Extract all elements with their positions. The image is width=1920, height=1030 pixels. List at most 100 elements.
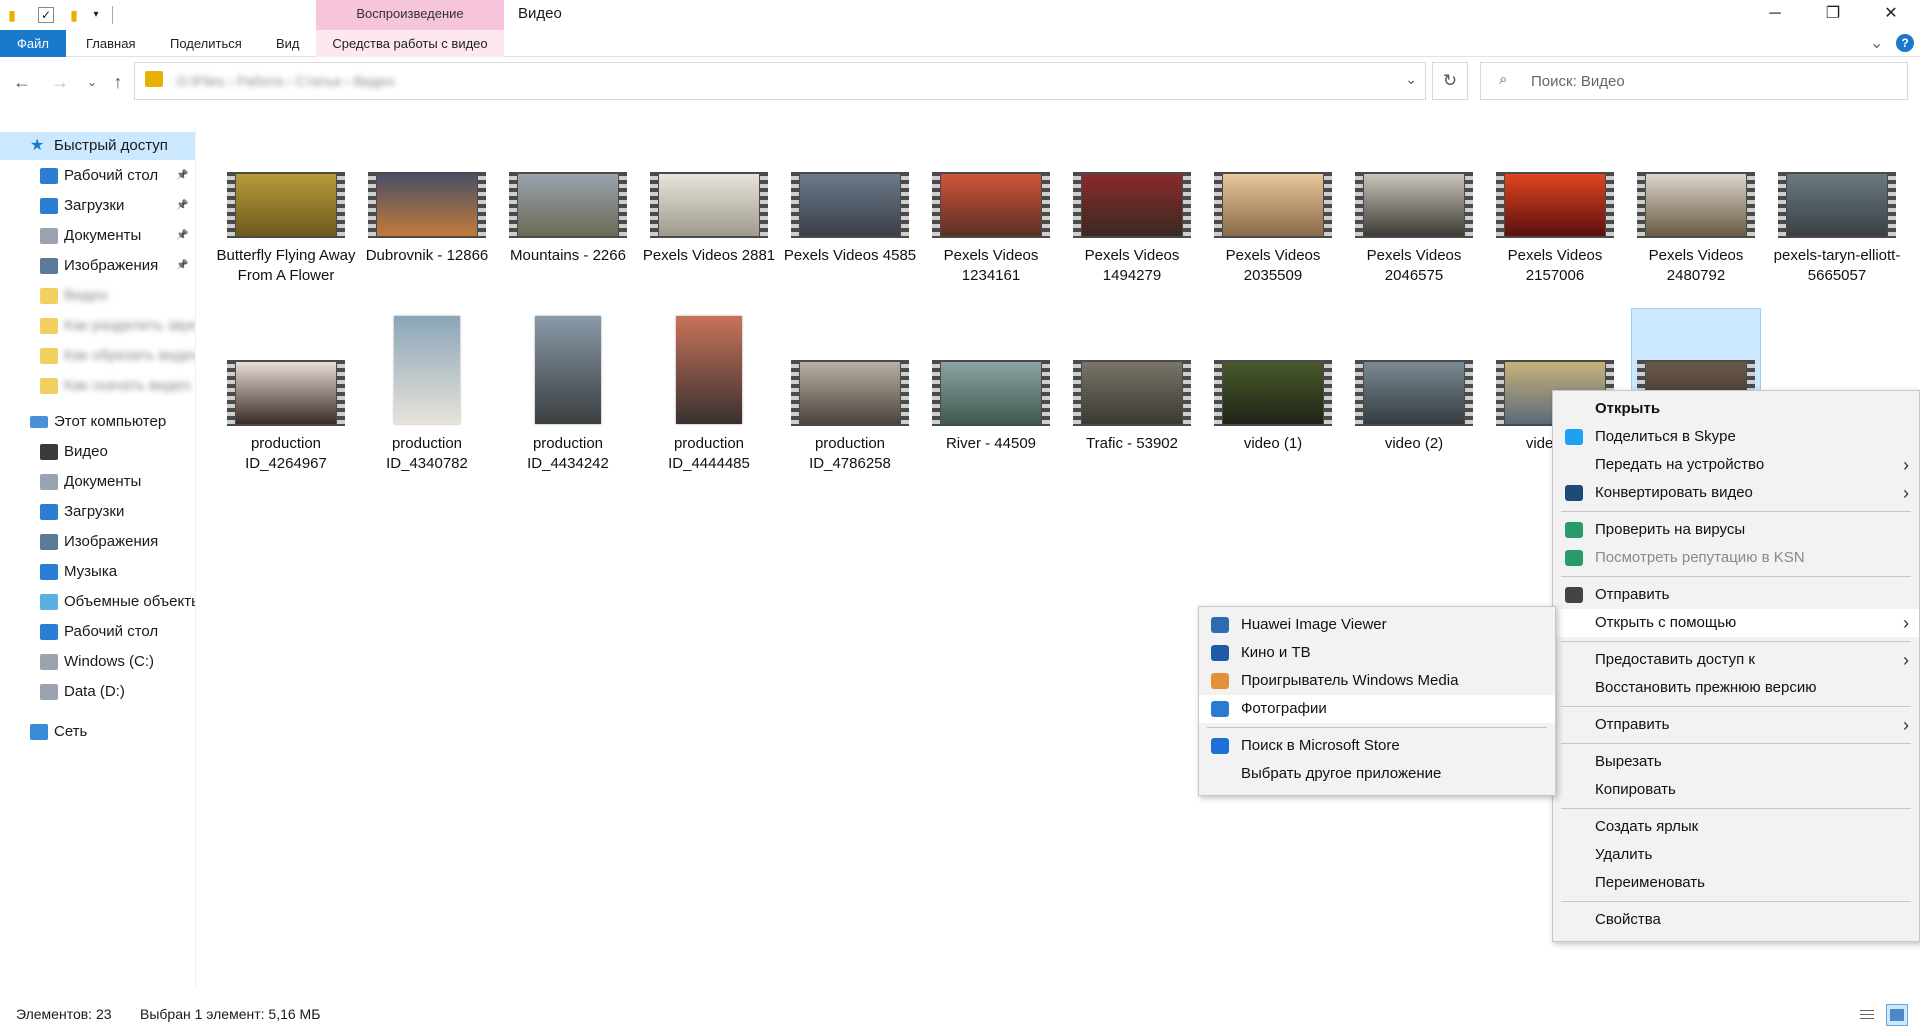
pin-icon[interactable]: 📌 [176,222,188,250]
video-thumbnail [368,172,486,238]
file-item[interactable]: video (1) [1203,316,1343,466]
menu-item-выбрать-другое-приложение[interactable]: Выбрать другое приложение [1199,760,1555,788]
file-item[interactable]: Mountains - 2266 [498,128,638,278]
menu-item-копировать[interactable]: Копировать [1553,776,1919,804]
sidebar-item-quick-access[interactable]: ★ Быстрый доступ [0,132,195,160]
menu-item-свойства[interactable]: Свойства [1553,906,1919,934]
menu-item-удалить[interactable]: Удалить [1553,841,1919,869]
sidebar-item-qa-2[interactable]: Документы 📌 [0,222,195,250]
open-with-submenu: Huawei Image Viewer Кино и ТВ Проигрывател… [1198,606,1556,796]
file-item[interactable]: Pexels Videos 2157006 [1485,128,1625,284]
menu-item-кино-и-тв[interactable]: Кино и ТВ [1199,639,1555,667]
menu-item-открыть[interactable]: Открыть [1553,395,1919,423]
file-item[interactable]: Pexels Videos 2035509 [1203,128,1343,284]
new-folder-quick-icon[interactable]: ▮ [64,5,84,25]
file-item[interactable]: production ID_4434242 [498,316,638,472]
address-history-dropdown[interactable]: ⌄ [1405,71,1417,88]
file-item[interactable]: Pexels Videos 2480792 [1626,128,1766,284]
properties-quick-icon[interactable]: ✓ [38,7,54,23]
file-item[interactable]: Butterfly Flying Away From A Flower [216,128,356,284]
collapse-ribbon-icon[interactable]: ⌄ [1870,33,1883,53]
file-item[interactable]: production ID_4264967 [216,316,356,472]
menu-item-посмотреть-репутацию-в-ksn[interactable]: Посмотреть репутацию в KSN [1553,544,1919,572]
sidebar-item-pc-2[interactable]: Загрузки [0,498,195,526]
menu-item-поделиться-в-skype[interactable]: Поделиться в Skype [1553,423,1919,451]
address-bar[interactable]: D:\Files › Работа › Статьи › Видео ⌄ [134,62,1426,100]
menu-item-вырезать[interactable]: Вырезать [1553,748,1919,776]
sidebar-item-recent-0[interactable]: Видео [0,282,195,310]
file-item[interactable]: Pexels Videos 1234161 [921,128,1061,284]
search-box[interactable]: ⌕ Поиск: Видео [1480,62,1908,100]
file-item[interactable]: Pexels Videos 2046575 [1344,128,1484,284]
recent-locations-button[interactable]: ⌄ [80,70,104,94]
file-item[interactable]: Pexels Videos 2881 [639,128,779,278]
file-item[interactable]: pexels-taryn-elliott-5665057 [1767,128,1907,284]
file-item[interactable]: video (2) [1344,316,1484,466]
menu-item-проверить-на-вирусы[interactable]: Проверить на вирусы [1553,516,1919,544]
sidebar-item-qa-0[interactable]: Рабочий стол 📌 [0,162,195,190]
forward-button[interactable]: → [48,70,72,94]
tab-file[interactable]: Файл [0,30,66,57]
sidebar-item-pc-6[interactable]: Рабочий стол [0,618,195,646]
sidebar-item-qa-3[interactable]: Изображения 📌 [0,252,195,280]
pin-icon[interactable]: 📌 [176,162,188,190]
details-view-button[interactable] [1856,1004,1878,1026]
sidebar-item-pc-3[interactable]: Изображения [0,528,195,556]
sidebar-item-recent-2[interactable]: Как обрезать видео [0,342,195,370]
file-item[interactable]: Pexels Videos 4585 [780,128,920,278]
sidebar-item-recent-1[interactable]: Как разделить звук [0,312,195,340]
menu-item-открыть-с-помощью[interactable]: Открыть с помощью › [1553,609,1919,637]
menu-item-передать-на-устройство[interactable]: Передать на устройство › [1553,451,1919,479]
menu-item-отправить[interactable]: Отправить › [1553,711,1919,739]
file-item[interactable]: production ID_4340782 [357,316,497,472]
menu-item-поиск-в-microsoft-store[interactable]: Поиск в Microsoft Store [1199,732,1555,760]
sidebar-item-this-pc[interactable]: Этот компьютер [0,408,195,436]
menu-item-фотографии[interactable]: Фотографии [1199,695,1555,723]
sidebar-item-recent-3[interactable]: Как скачать видео [0,372,195,400]
customize-quick-access-icon[interactable]: ▾ [86,5,106,25]
refresh-button[interactable]: ↻ [1432,62,1468,100]
tab-view[interactable]: Вид [262,30,314,57]
tab-video-tools[interactable]: Средства работы с видео [316,30,504,57]
sidebar-item-qa-1[interactable]: Загрузки 📌 [0,192,195,220]
sidebar-item-pc-8[interactable]: Data (D:) [0,678,195,706]
pin-icon[interactable]: 📌 [176,192,188,220]
file-item[interactable]: Dubrovnik - 12866 [357,128,497,278]
back-button[interactable]: ← [10,70,34,94]
menu-item-восстановить-прежнюю-версию[interactable]: Восстановить прежнюю версию [1553,674,1919,702]
minimize-button[interactable]: ─ [1746,0,1804,30]
file-item[interactable]: River - 44509 [921,316,1061,466]
menu-item-label: Передать на устройство [1595,456,1765,473]
sidebar-item-pc-0[interactable]: Видео [0,438,195,466]
breadcrumb[interactable]: D:\Files › Работа › Статьи › Видео [177,73,394,89]
pin-icon[interactable]: 📌 [176,252,188,280]
sidebar-item-pc-1[interactable]: Документы [0,468,195,496]
menu-item-создать-ярлык[interactable]: Создать ярлык [1553,813,1919,841]
sidebar-item-network[interactable]: Сеть [0,718,195,746]
pane-divider[interactable] [195,128,196,988]
file-item[interactable]: production ID_4444485 [639,316,779,472]
tab-home[interactable]: Главная [72,30,149,57]
menu-item-переименовать[interactable]: Переименовать [1553,869,1919,897]
menu-item-проигрыватель-windows-media[interactable]: Проигрыватель Windows Media [1199,667,1555,695]
file-name: video (1) [1243,435,1303,452]
file-item[interactable]: Trafic - 53902 [1062,316,1202,466]
file-item[interactable]: Pexels Videos 1494279 [1062,128,1202,284]
details-view-icon [1860,1010,1874,1020]
menu-item-предоставить-доступ-к[interactable]: Предоставить доступ к › [1553,646,1919,674]
menu-item-отправить[interactable]: Отправить [1553,581,1919,609]
up-button[interactable]: ↑ [106,70,130,94]
maximize-button[interactable]: ❐ [1804,0,1862,30]
menu-item-huawei-image-viewer[interactable]: Huawei Image Viewer [1199,611,1555,639]
sidebar-item-pc-7[interactable]: Windows (C:) [0,648,195,676]
file-item[interactable]: production ID_4786258 [780,316,920,472]
sidebar-item-pc-5[interactable]: Объемные объекты [0,588,195,616]
menu-item-конвертировать-видео[interactable]: Конвертировать видео › [1553,479,1919,507]
help-icon[interactable]: ? [1896,34,1914,52]
tab-share[interactable]: Поделиться [156,30,256,57]
close-button[interactable]: ✕ [1862,0,1920,30]
sidebar-item-pc-4[interactable]: Музыка [0,558,195,586]
sidebar-item-label: Изображения [64,533,159,550]
large-icons-view-button[interactable] [1886,1004,1908,1026]
search-input[interactable]: Поиск: Видео [1531,73,1625,90]
